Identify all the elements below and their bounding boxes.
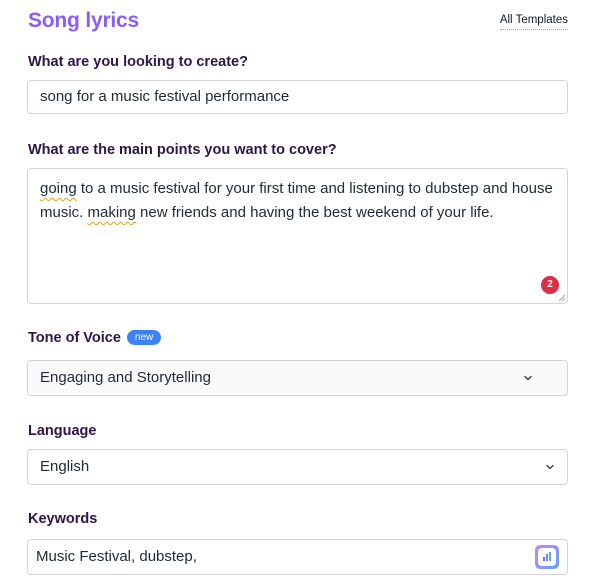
keyword-suggest-icon[interactable] xyxy=(535,545,559,569)
tone-label-text: Tone of Voice xyxy=(28,330,121,346)
misspelled-word[interactable]: making xyxy=(88,204,136,221)
chevron-down-icon xyxy=(546,464,554,470)
resize-handle-icon[interactable] xyxy=(559,295,565,301)
create-label: What are you looking to create? xyxy=(28,54,248,70)
tone-select[interactable]: Engaging and Storytelling xyxy=(27,360,568,396)
tone-selected-value: Engaging and Storytelling xyxy=(40,369,211,386)
page-title: Song lyrics xyxy=(28,9,140,32)
text-segment: new friends and having the best weekend … xyxy=(135,204,494,221)
chevron-down-icon xyxy=(524,375,532,381)
create-input-value: song for a music festival performance xyxy=(40,88,290,105)
grammar-error-count-badge[interactable]: 2 xyxy=(541,276,559,294)
language-label: Language xyxy=(28,423,97,439)
misspelled-word[interactable]: going xyxy=(40,180,77,197)
main-points-label: What are the main points you want to cov… xyxy=(28,142,337,158)
tone-label: Tone of Voice new xyxy=(28,330,162,346)
chart-icon xyxy=(543,552,551,561)
create-input[interactable]: song for a music festival performance xyxy=(27,80,568,114)
language-selected-value: English xyxy=(40,458,90,475)
all-templates-link[interactable]: All Templates xyxy=(499,14,568,30)
language-select[interactable]: English xyxy=(27,449,568,485)
keywords-input-value: Music Festival, dubstep, xyxy=(36,548,197,565)
keywords-input[interactable]: Music Festival, dubstep, xyxy=(27,539,568,575)
new-badge: new xyxy=(126,330,162,345)
keywords-label: Keywords xyxy=(28,511,98,527)
main-points-textarea[interactable]: going to a music festival for your first… xyxy=(27,168,568,304)
